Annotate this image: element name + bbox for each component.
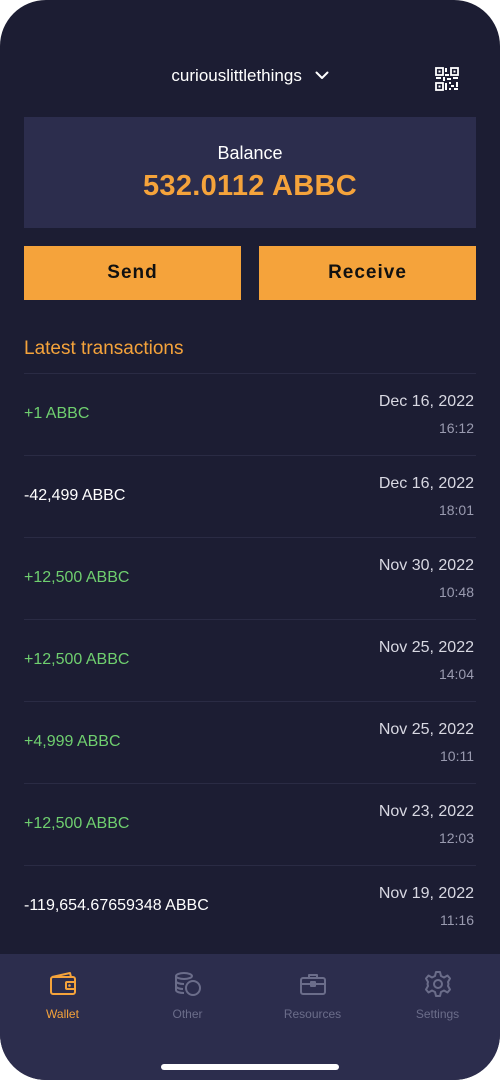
transaction-row[interactable]: +1 ABBC Dec 16, 2022 16:12 [24, 373, 476, 455]
transaction-row[interactable]: +4,999 ABBC Nov 25, 2022 10:11 [24, 701, 476, 783]
transaction-date: Nov 25, 2022 [378, 639, 474, 656]
balance-card: Balance 532.0112 ABBC [24, 117, 476, 228]
tab-label: Resources [283, 1007, 342, 1021]
tab-settings[interactable]: Settings [375, 970, 500, 1030]
tab-label: Other [172, 1007, 203, 1021]
transaction-amount: +12,500 ABBC [24, 569, 130, 586]
balance-value: 532.0112 ABBC [142, 170, 357, 202]
tab-wallet[interactable]: Wallet [0, 970, 125, 1030]
transaction-amount: +1 ABBC [24, 405, 90, 422]
tab-label: Wallet [46, 1007, 79, 1021]
chevron-down-icon [315, 71, 329, 79]
top-bar: curiouslittlethings [0, 56, 500, 100]
transaction-row[interactable]: +12,500 ABBC Nov 25, 2022 14:04 [24, 619, 476, 701]
send-button[interactable]: Send [24, 246, 241, 300]
transaction-row[interactable]: +12,500 ABBC Nov 23, 2022 12:03 [24, 783, 476, 865]
coins-icon [174, 972, 201, 996]
transaction-time: 12:03 [438, 830, 474, 846]
tab-other[interactable]: Other [125, 970, 250, 1030]
receive-button[interactable]: Receive [259, 246, 476, 300]
transaction-time: 16:12 [438, 420, 474, 436]
account-name: curiouslittlethings [171, 66, 302, 85]
transaction-amount: +12,500 ABBC [24, 651, 130, 668]
wallet-screen: curiouslittlethings Balance 532.0112 ABB… [0, 0, 500, 1080]
account-switcher[interactable]: curiouslittlethings [0, 66, 500, 86]
bottom-tab-bar: Wallet Other Resources Settings [0, 954, 500, 1080]
transaction-row[interactable]: +12,500 ABBC Nov 30, 2022 10:48 [24, 537, 476, 619]
transactions-title: Latest transactions [24, 338, 184, 359]
transaction-row[interactable]: -42,499 ABBC Dec 16, 2022 18:01 [24, 455, 476, 537]
transaction-amount: +12,500 ABBC [24, 815, 130, 832]
transaction-time: 14:04 [438, 666, 474, 682]
transaction-date: Nov 19, 2022 [378, 885, 474, 902]
transaction-date: Dec 16, 2022 [378, 393, 474, 410]
transaction-time: 11:16 [440, 912, 474, 928]
transaction-date: Nov 23, 2022 [378, 803, 474, 820]
wallet-icon [49, 972, 76, 995]
transaction-time: 10:11 [440, 748, 474, 764]
transaction-time: 18:01 [438, 502, 474, 518]
transaction-row[interactable]: -119,654.67659348 ABBC Nov 19, 2022 11:1… [24, 865, 476, 947]
transaction-list: +1 ABBC Dec 16, 2022 16:12 -42,499 ABBC … [24, 373, 476, 947]
briefcase-icon [299, 974, 326, 995]
qr-code-icon[interactable] [434, 66, 460, 92]
transaction-amount: +4,999 ABBC [24, 733, 121, 750]
transaction-date: Nov 30, 2022 [378, 557, 474, 574]
transaction-amount: -119,654.67659348 ABBC [24, 897, 209, 914]
transaction-amount: -42,499 ABBC [24, 487, 126, 504]
home-indicator[interactable] [161, 1064, 339, 1070]
transaction-date: Dec 16, 2022 [378, 475, 474, 492]
transaction-date: Nov 25, 2022 [378, 721, 474, 738]
tab-resources[interactable]: Resources [250, 970, 375, 1030]
transaction-time: 10:48 [438, 584, 474, 600]
gear-icon [424, 971, 451, 997]
balance-label: Balance [217, 143, 283, 163]
tab-label: Settings [415, 1007, 460, 1021]
